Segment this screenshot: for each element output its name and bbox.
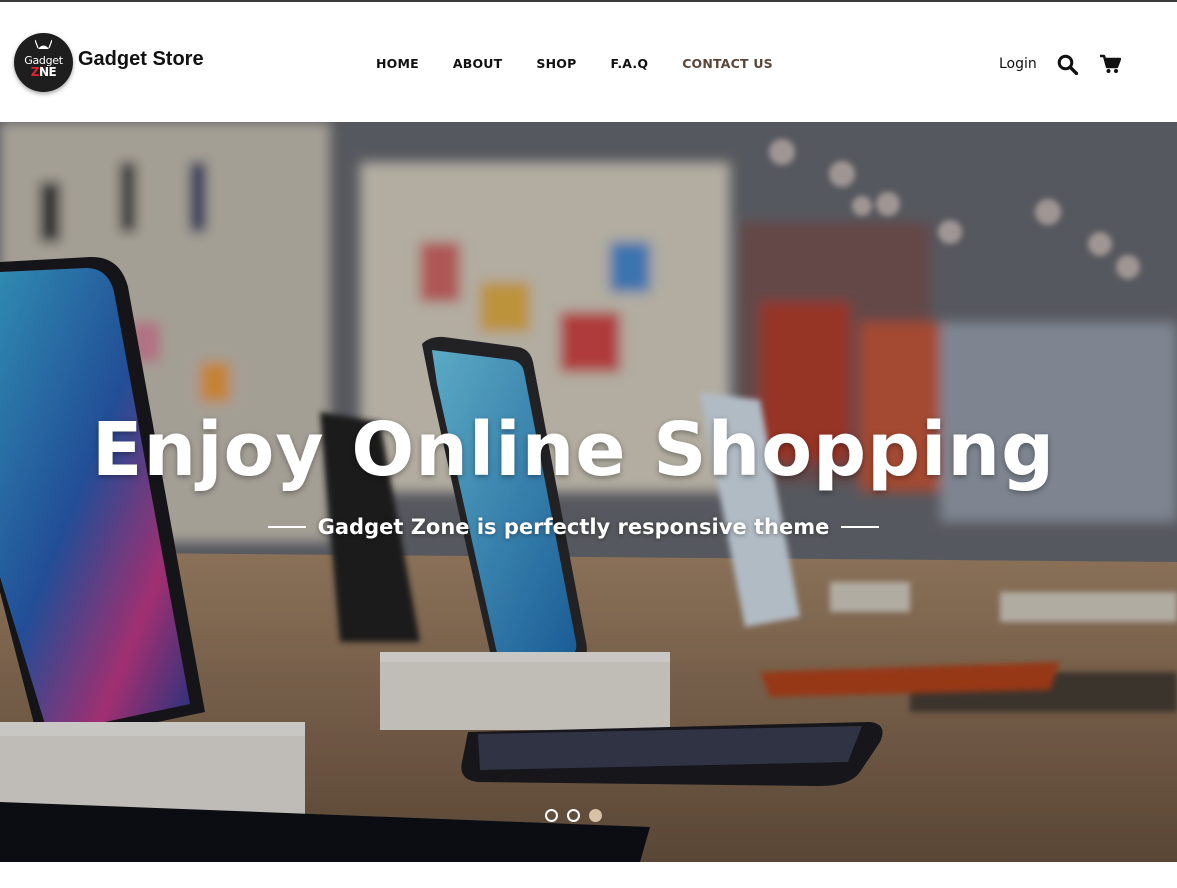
nav-item-home[interactable]: HOME xyxy=(376,54,419,74)
subtitle-right-rule xyxy=(840,526,879,528)
nav-item-contact-us[interactable]: CONTACT US xyxy=(682,54,773,74)
hero-subtitle: Gadget Zone is perfectly responsive them… xyxy=(317,515,830,539)
site-header: Gadget ZNE Gadget Store HOME ABOUT SHOP … xyxy=(0,2,1177,122)
nav-item-faq[interactable]: F.A.Q xyxy=(610,54,648,74)
logo[interactable]: Gadget ZNE xyxy=(14,33,73,92)
slider-dot-1[interactable] xyxy=(545,809,558,822)
slider-dots xyxy=(545,809,602,822)
nav-item-shop[interactable]: SHOP xyxy=(536,54,576,74)
search-icon[interactable] xyxy=(1057,54,1078,75)
robot-antenna-icon xyxy=(35,39,52,49)
subtitle-left-rule xyxy=(268,526,306,528)
brand-name[interactable]: Gadget Store xyxy=(78,48,204,70)
slider-dot-2[interactable] xyxy=(567,809,580,822)
hero-subtitle-row: Gadget Zone is perfectly responsive them… xyxy=(268,512,879,542)
login-link[interactable]: Login xyxy=(999,54,1037,74)
slider-dot-3[interactable] xyxy=(589,809,602,822)
cart-icon[interactable] xyxy=(1100,54,1121,74)
logo-text-zone: ZNE xyxy=(30,65,57,79)
hero-title: Enjoy Online Shopping xyxy=(91,407,1056,493)
main-nav: HOME ABOUT SHOP F.A.Q CONTACT US xyxy=(376,54,773,74)
nav-item-about[interactable]: ABOUT xyxy=(453,54,503,74)
hero-slider: Enjoy Online Shopping Gadget Zone is per… xyxy=(0,122,1177,862)
